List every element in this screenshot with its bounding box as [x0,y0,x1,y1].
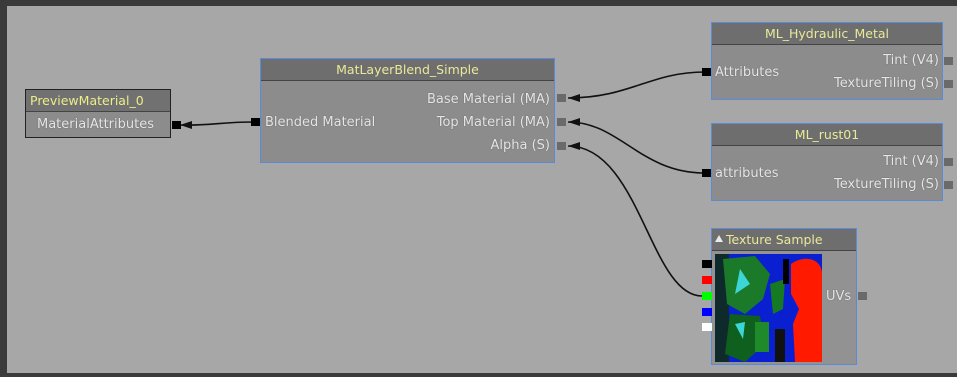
pin-material-attributes[interactable] [172,121,181,129]
pin-uvs[interactable] [858,292,867,300]
pin-label-rust-tint: Tint (V4) [883,154,939,169]
pin-channel-green[interactable] [702,292,712,300]
pin-label-hydraulic-attributes: Attributes [715,65,780,80]
pin-label-base-material: Base Material (MA) [427,92,550,107]
pin-hydraulic-texture-tiling[interactable] [944,80,953,88]
pin-label-hydraulic-tint: Tint (V4) [883,53,939,68]
pin-label-material-attributes: MaterialAttributes [37,117,154,132]
texture-preview-graphic [715,254,822,362]
pin-rust-tint[interactable] [944,158,953,166]
pin-alpha[interactable] [557,142,566,150]
node-ml-rust01[interactable]: ML_rust01 attributes Tint (V4) TextureTi… [711,123,943,201]
texture-sample-title-text: Texture Sample [726,232,823,247]
pin-channel-red[interactable] [702,276,712,284]
pin-blended-material[interactable] [251,118,260,126]
pin-label-blended-material: Blended Material [265,115,376,130]
node-preview-material[interactable]: PreviewMaterial_0 MaterialAttributes [25,89,171,138]
node-mat-layer-blend-title: MatLayerBlend_Simple [261,59,554,81]
node-ml-hydraulic-metal-title: ML_Hydraulic_Metal [712,23,942,45]
pin-channel-blue[interactable] [702,308,712,316]
node-preview-material-title: PreviewMaterial_0 [26,90,170,112]
pin-rust-attributes[interactable] [702,169,711,177]
pin-label-rust-texture-tiling: TextureTiling (S) [834,177,939,192]
pin-label-alpha: Alpha (S) [490,138,551,153]
node-ml-hydraulic-metal[interactable]: ML_Hydraulic_Metal Attributes Tint (V4) … [711,22,943,100]
node-mat-layer-blend[interactable]: MatLayerBlend_Simple Blended Material Ba… [260,58,555,163]
collapse-triangle-icon[interactable] [715,235,723,242]
pin-hydraulic-attributes[interactable] [702,68,711,76]
pin-label-hydraulic-texture-tiling: TextureTiling (S) [834,76,939,91]
pin-label-uvs: UVs [826,289,852,304]
pin-rust-texture-tiling[interactable] [944,181,953,189]
pin-hydraulic-tint[interactable] [944,57,953,65]
pin-label-top-material: Top Material (MA) [436,115,550,130]
pin-channel-rgb[interactable] [702,260,712,268]
pin-base-material[interactable] [557,94,566,102]
texture-preview-image [715,254,822,362]
node-texture-sample-title: Texture Sample [712,229,856,251]
pin-channel-alpha[interactable] [702,323,712,331]
node-ml-rust01-title: ML_rust01 [712,124,942,146]
pin-label-rust-attributes: attributes [715,166,779,181]
pin-top-material[interactable] [557,118,566,126]
